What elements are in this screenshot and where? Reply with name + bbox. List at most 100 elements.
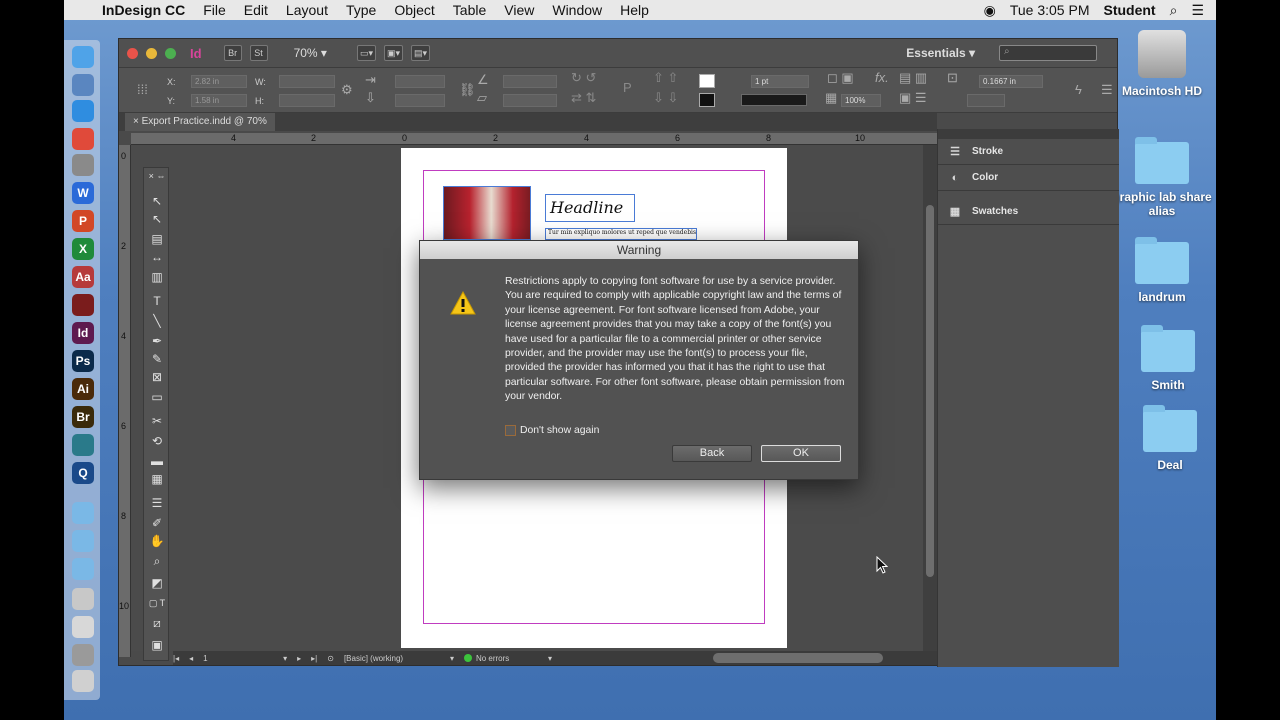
ok-button[interactable]: OK <box>761 445 841 462</box>
stroke-panel-tab[interactable]: ☰ Stroke <box>938 139 1119 165</box>
desktop-item-macintosh-hd[interactable]: Macintosh HD <box>1112 30 1212 98</box>
next-page-icon[interactable]: ▸ <box>297 654 301 663</box>
swatches-panel-tab[interactable]: ▦ Swatches <box>938 199 1119 225</box>
headline-text-frame[interactable]: Headline <box>545 194 635 222</box>
line-tool-icon[interactable]: ╲ <box>144 312 170 330</box>
previous-page-icon[interactable]: ◂ <box>189 654 193 663</box>
desktop-item-landrum[interactable]: landrum <box>1112 237 1212 304</box>
x-field[interactable]: 2.82 in <box>191 75 247 88</box>
zoom-tool-icon[interactable]: ⌕ <box>144 552 170 570</box>
user-menu[interactable]: Student <box>1103 2 1155 18</box>
acrobat-icon[interactable]: Aa <box>72 266 94 288</box>
notes-icon[interactable] <box>72 616 94 638</box>
close-window-icon[interactable] <box>127 47 138 59</box>
stroke-type-select[interactable] <box>741 94 807 106</box>
screen-mode-button[interactable]: ▣▾ <box>383 45 404 61</box>
downloads-folder-icon[interactable] <box>72 558 94 580</box>
mail-icon[interactable] <box>72 588 94 610</box>
notification-center-icon[interactable]: ☰ <box>1191 2 1204 19</box>
errors-select-icon[interactable]: ▾ <box>548 654 552 663</box>
app-menu[interactable]: InDesign CC <box>102 2 185 18</box>
vertical-scrollbar[interactable] <box>923 145 937 651</box>
frame-fitting-icons[interactable]: ▣ ☰ <box>899 90 927 106</box>
horizontal-ruler[interactable]: 4 2 0 2 4 6 8 10 <box>131 133 937 145</box>
vertical-ruler[interactable]: 0 2 4 6 8 10 <box>119 145 131 657</box>
drop-shadow-icon[interactable]: ◻ ▣ <box>827 70 854 86</box>
document-tab[interactable]: × Export Practice.indd @ 70% <box>125 113 275 131</box>
powerpoint-icon[interactable]: P <box>72 210 94 232</box>
constrain-scale-icon[interactable]: ⛓ <box>459 82 476 98</box>
h-field[interactable] <box>279 94 335 107</box>
back-button[interactable]: Back <box>672 445 752 462</box>
preview-icon[interactable] <box>72 154 94 176</box>
apply-none-icon[interactable]: ⧄ <box>144 614 170 632</box>
zoom-level-select[interactable]: 70% ▾ <box>294 46 327 60</box>
scale-y-field[interactable] <box>395 94 445 107</box>
note-tool-icon[interactable]: ☰ <box>144 494 170 512</box>
last-page-icon[interactable]: ▸| <box>311 654 317 663</box>
stock-button[interactable]: St <box>249 45 268 61</box>
hand-tool-icon[interactable]: ✋ <box>144 532 170 550</box>
w-field[interactable] <box>279 75 335 88</box>
select-container-icon[interactable]: ⇧ ⇧ <box>653 70 678 86</box>
formatting-affects-container-icon[interactable]: ▢ T <box>144 594 170 612</box>
opacity-field[interactable]: 100% <box>841 94 881 107</box>
menu-help[interactable]: Help <box>620 2 649 18</box>
tools-collapse-icon[interactable]: × ⇔ <box>144 170 170 182</box>
page-select-icon[interactable]: ▾ <box>283 654 287 663</box>
preferences-icon[interactable] <box>72 644 94 666</box>
trash-icon[interactable] <box>72 670 94 692</box>
zoom-window-icon[interactable] <box>165 47 176 59</box>
panel-menu-icon[interactable]: ☰ <box>1101 82 1113 98</box>
dont-show-again-checkbox[interactable]: Don't show again <box>505 425 599 436</box>
spotlight-search-icon[interactable]: ⌕ <box>1170 2 1178 19</box>
search-input[interactable]: ⌕ <box>999 45 1097 61</box>
desktop-item-smith[interactable]: Smith <box>1118 325 1218 392</box>
pen-tool-icon[interactable]: ✒ <box>144 332 170 350</box>
documents-folder-icon[interactable] <box>72 530 94 552</box>
scale-x-field[interactable] <box>395 75 445 88</box>
reference-point-icon[interactable]: ⁞⁞⁞ <box>137 82 148 97</box>
menu-window[interactable]: Window <box>552 2 602 18</box>
pencil-tool-icon[interactable]: ✎ <box>144 350 170 368</box>
select-content-icon[interactable]: ⇩ ⇩ <box>653 90 678 106</box>
applications-folder-icon[interactable] <box>72 502 94 524</box>
profile-select-icon[interactable]: ▾ <box>450 654 454 663</box>
photoshop-icon[interactable]: Ps <box>72 350 94 372</box>
open-document-icon[interactable]: ⊙ <box>327 654 334 663</box>
free-transform-tool-icon[interactable]: ⟲ <box>144 432 170 450</box>
y-field[interactable]: 1.58 in <box>191 94 247 107</box>
horizontal-scroll-thumb[interactable] <box>713 653 883 663</box>
illustrator-icon[interactable]: Ai <box>72 378 94 400</box>
selection-tool-icon[interactable]: ↖ <box>144 192 170 210</box>
rectangle-frame-tool-icon[interactable]: ⊠ <box>144 368 170 386</box>
indesign-icon[interactable]: Id <box>72 322 94 344</box>
effects-icon[interactable]: fx. <box>875 70 889 85</box>
direct-selection-tool-icon[interactable]: ↖ <box>144 210 170 228</box>
minimize-window-icon[interactable] <box>146 47 157 59</box>
menu-object[interactable]: Object <box>394 2 434 18</box>
menu-view[interactable]: View <box>504 2 534 18</box>
constrain-proportions-icon[interactable]: ⚙ <box>341 82 353 98</box>
word-icon[interactable]: W <box>72 182 94 204</box>
gap-tool-icon[interactable]: ↔ <box>144 248 170 266</box>
rectangle-tool-icon[interactable]: ▭ <box>144 388 170 406</box>
p-icon[interactable]: P <box>623 80 632 95</box>
screen-icon[interactable] <box>72 434 94 456</box>
flip-icons[interactable]: ⇄ ⇅ <box>571 90 596 106</box>
scissors-tool-icon[interactable]: ✂ <box>144 412 170 430</box>
bridge-icon[interactable]: Br <box>72 406 94 428</box>
page-tool-icon[interactable]: ▤ <box>144 230 170 248</box>
gap-field[interactable]: 0.1667 in <box>979 75 1043 88</box>
gradient-feather-tool-icon[interactable]: ▦ <box>144 470 170 488</box>
fill-stroke-swatch-icon[interactable]: ◩ <box>144 574 170 592</box>
acrobat-reader-icon[interactable] <box>72 294 94 316</box>
type-tool-icon[interactable]: T <box>144 292 170 310</box>
chrome-icon[interactable] <box>72 128 94 150</box>
menu-edit[interactable]: Edit <box>244 2 268 18</box>
eyedropper-tool-icon[interactable]: ✐ <box>144 514 170 532</box>
safari-icon[interactable] <box>72 100 94 122</box>
menu-table[interactable]: Table <box>453 2 486 18</box>
screen-mode-icon[interactable]: ▣ <box>144 636 170 654</box>
preflight-profile[interactable]: [Basic] (working) <box>344 654 440 663</box>
